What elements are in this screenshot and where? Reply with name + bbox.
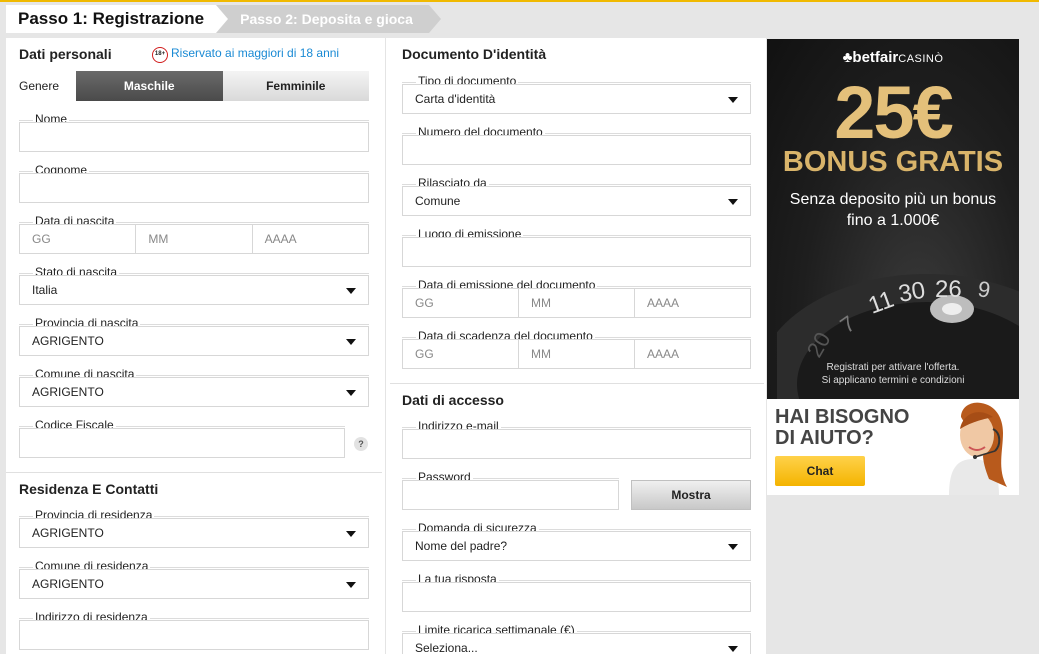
birth-state-value: Italia bbox=[32, 283, 58, 297]
dropdown-arrow-icon bbox=[346, 288, 356, 294]
bonus-terms: Registrati per attivare l'offerta. Si ap… bbox=[821, 362, 965, 386]
issue-day-input[interactable]: GG bbox=[403, 289, 519, 317]
document-number-input[interactable] bbox=[402, 135, 751, 165]
residence-province-select[interactable]: AGRIGENTO bbox=[19, 518, 369, 548]
spade-icon: ♣ bbox=[842, 49, 853, 66]
document-title: Documento D'identità bbox=[402, 46, 547, 62]
show-password-button[interactable]: Mostra bbox=[631, 480, 751, 510]
birth-province-value: AGRIGENTO bbox=[32, 334, 104, 348]
bonus-headline: BONUS GRATIS bbox=[782, 146, 1004, 178]
dropdown-arrow-icon bbox=[346, 582, 356, 588]
top-accent-line bbox=[0, 0, 1039, 2]
help-box: HAI BISOGNO DI AIUTO? Chat bbox=[767, 399, 1019, 495]
dropdown-arrow-icon bbox=[346, 531, 356, 537]
step-2-tab: Passo 2: Deposita e gioca bbox=[216, 5, 441, 33]
residence-province-value: AGRIGENTO bbox=[32, 526, 104, 540]
field-rule bbox=[19, 120, 369, 121]
access-title: Dati di accesso bbox=[402, 392, 504, 408]
birth-city-select[interactable]: AGRIGENTO bbox=[19, 377, 369, 407]
bonus-subtext: Senza deposito più un bonus fino a 1.000… bbox=[789, 191, 997, 229]
birth-state-select[interactable]: Italia bbox=[19, 275, 369, 305]
dropdown-arrow-icon bbox=[346, 390, 356, 396]
cognome-input[interactable] bbox=[19, 173, 369, 203]
step-1-tab: Passo 1: Registrazione bbox=[6, 5, 229, 33]
birth-province-select[interactable]: AGRIGENTO bbox=[19, 326, 369, 356]
issue-date-input: GG MM AAAA bbox=[402, 288, 751, 318]
document-place-input[interactable] bbox=[402, 237, 751, 267]
password-input[interactable] bbox=[402, 480, 619, 510]
betfair-casino-logo: ♣betfairCASINÒ bbox=[842, 49, 944, 66]
gender-male-button[interactable]: Maschile bbox=[76, 71, 223, 101]
expiry-year-input[interactable]: AAAA bbox=[635, 340, 750, 368]
dropdown-arrow-icon bbox=[728, 646, 738, 652]
dropdown-arrow-icon bbox=[346, 339, 356, 345]
birth-day-input[interactable]: GG bbox=[20, 225, 137, 253]
gender-female-button[interactable]: Femminile bbox=[222, 71, 369, 101]
fiscal-code-input[interactable] bbox=[19, 428, 345, 458]
column-divider bbox=[385, 38, 386, 654]
registration-steps: Passo 1: Registrazione Passo 2: Deposita… bbox=[6, 5, 441, 33]
residence-title: Residenza E Contatti bbox=[19, 481, 159, 497]
security-question-select[interactable]: Nome del padre? bbox=[402, 531, 751, 561]
document-type-select[interactable]: Carta d'identità bbox=[402, 84, 751, 114]
residence-city-value: AGRIGENTO bbox=[32, 577, 104, 591]
help-title: HAI BISOGNO DI AIUTO? bbox=[775, 406, 910, 449]
residence-city-select[interactable]: AGRIGENTO bbox=[19, 569, 369, 599]
weekly-limit-value: Seleziona... bbox=[415, 641, 478, 654]
support-agent-avatar bbox=[927, 399, 1019, 495]
section-divider bbox=[390, 383, 764, 384]
birth-month-input[interactable]: MM bbox=[136, 225, 253, 253]
casino-bonus-banner[interactable]: ♣betfairCASINÒ 25€ BONUS GRATIS Senza de… bbox=[767, 39, 1019, 399]
expiry-day-input[interactable]: GG bbox=[403, 340, 519, 368]
expiry-date-input: GG MM AAAA bbox=[402, 339, 751, 369]
wheel-number: 30 bbox=[896, 277, 927, 308]
birthdate-input: GG MM AAAA bbox=[19, 224, 369, 254]
gender-label: Genere bbox=[19, 79, 60, 93]
gender-toggle: Maschile Femminile bbox=[76, 71, 369, 101]
age-restriction-note: Riservato ai maggiori di 18 anni bbox=[171, 46, 340, 60]
security-question-value: Nome del padre? bbox=[415, 539, 508, 553]
chat-button[interactable]: Chat bbox=[775, 456, 865, 486]
nome-input[interactable] bbox=[19, 122, 369, 152]
email-input[interactable] bbox=[402, 429, 751, 459]
age-18-icon: 18+ bbox=[152, 47, 168, 63]
wheel-number: 26 bbox=[935, 276, 962, 303]
birth-year-input[interactable]: AAAA bbox=[253, 225, 368, 253]
document-issuer-value: Comune bbox=[415, 194, 461, 208]
answer-input[interactable] bbox=[402, 582, 751, 612]
dropdown-arrow-icon bbox=[728, 199, 738, 205]
birth-city-value: AGRIGENTO bbox=[32, 385, 104, 399]
bonus-amount: 25€ bbox=[834, 71, 953, 154]
document-type-value: Carta d'identità bbox=[415, 92, 496, 106]
issue-month-input[interactable]: MM bbox=[519, 289, 635, 317]
dropdown-arrow-icon bbox=[728, 544, 738, 550]
dropdown-arrow-icon bbox=[728, 97, 738, 103]
weekly-limit-select[interactable]: Seleziona... bbox=[402, 633, 751, 654]
document-issuer-select[interactable]: Comune bbox=[402, 186, 751, 216]
help-question-icon[interactable]: ? bbox=[354, 437, 368, 451]
expiry-month-input[interactable]: MM bbox=[519, 340, 635, 368]
section-divider bbox=[6, 472, 382, 473]
issue-year-input[interactable]: AAAA bbox=[635, 289, 750, 317]
residence-address-input[interactable] bbox=[19, 620, 369, 650]
personal-data-title: Dati personali bbox=[19, 46, 112, 62]
